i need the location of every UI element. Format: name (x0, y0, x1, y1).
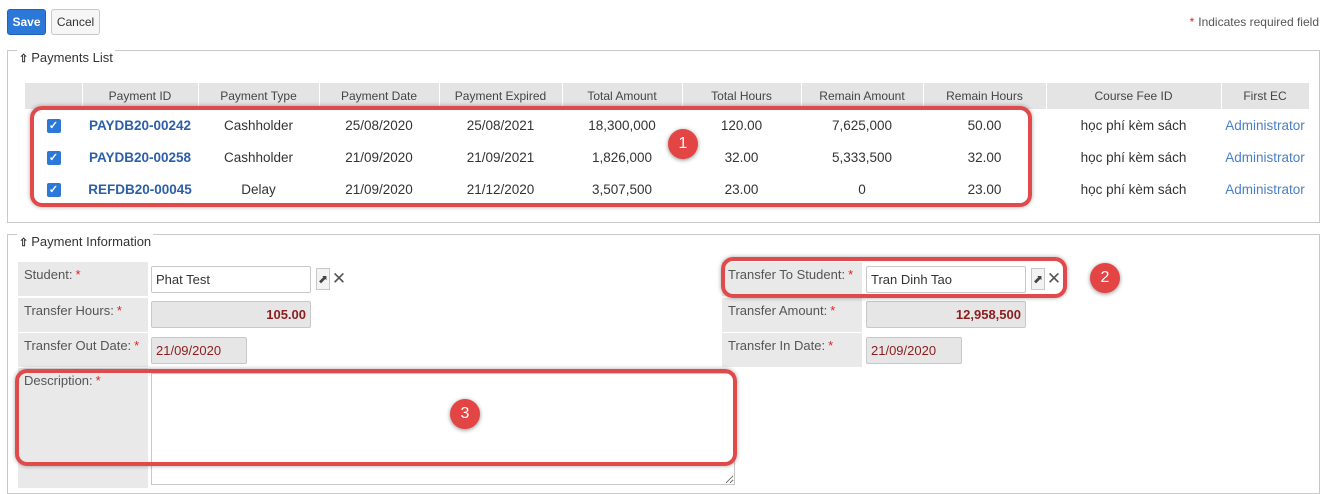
save-button[interactable]: Save (7, 9, 46, 35)
transfer-amount-field[interactable]: 12,958,500 (866, 301, 1026, 328)
transfer-hours-label: Transfer Hours: * (18, 298, 148, 332)
course-fee-id-cell: học phí kèm sách (1080, 117, 1187, 133)
course-fee-id-cell: học phí kèm sách (1080, 149, 1187, 165)
required-star: * (1189, 15, 1195, 29)
first-ec-link[interactable]: Administrator (1221, 141, 1309, 173)
transfer-out-date-label: Transfer Out Date: * (18, 333, 148, 367)
payment-information-header[interactable]: ⇧ Payment Information (17, 234, 154, 249)
highlight-box-3 (15, 369, 737, 466)
course-fee-id-cell: học phí kèm sách (1080, 181, 1187, 197)
close-icon[interactable]: ✕ (331, 268, 347, 290)
payments-list-title: Payments List (31, 50, 113, 65)
chevron-double-up-icon: ⇧ (19, 53, 29, 65)
first-ec-link[interactable]: Administrator (1221, 173, 1309, 205)
cancel-button[interactable]: Cancel (51, 9, 100, 35)
payment-information-title: Payment Information (31, 234, 152, 249)
student-label: Student: * (18, 262, 148, 296)
annotation-badge-1: 1 (668, 129, 698, 159)
annotation-badge-2: 2 (1090, 263, 1120, 293)
required-field-note: * Indicates required field (1190, 15, 1319, 29)
payments-list-header[interactable]: ⇧ Payments List (17, 50, 115, 65)
col-header-first-ec[interactable]: First EC (1221, 83, 1310, 109)
transfer-amount-label: Transfer Amount: * (722, 298, 862, 332)
annotation-badge-3: 3 (450, 399, 480, 429)
first-ec-link[interactable]: Administrator (1221, 109, 1309, 141)
student-field[interactable]: Phat Test (151, 266, 311, 293)
transfer-in-date-label: Transfer In Date: * (722, 333, 862, 367)
transfer-in-date-field[interactable]: 21/09/2020 (866, 337, 962, 364)
cursor-arrow-icon[interactable]: ⬈ (316, 268, 330, 290)
required-note-text: Indicates required field (1198, 15, 1319, 29)
highlight-box-1 (30, 106, 1032, 207)
chevron-double-up-icon: ⇧ (19, 237, 29, 249)
col-header-course-fee-id[interactable]: Course Fee ID (1046, 83, 1222, 109)
transfer-out-date-field[interactable]: 21/09/2020 (151, 337, 247, 364)
highlight-box-2 (721, 257, 1067, 298)
transfer-hours-field[interactable]: 105.00 (151, 301, 311, 328)
